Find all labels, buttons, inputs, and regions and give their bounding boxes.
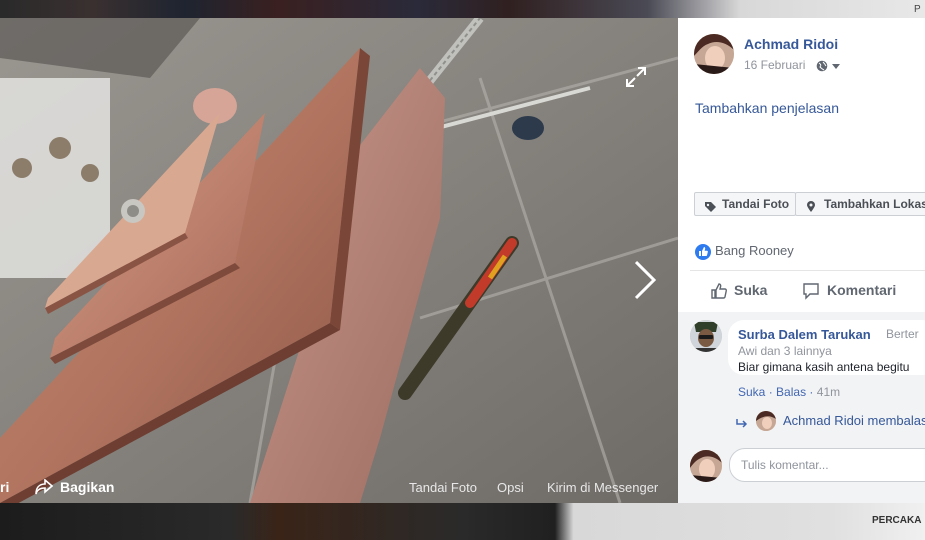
globe-icon[interactable]: [816, 59, 828, 72]
send-messenger-link[interactable]: Kirim di Messenger: [547, 480, 658, 495]
copper-antenna-photo: [0, 18, 678, 503]
like-reaction-icon: [695, 243, 711, 260]
reply-arrow-icon: [736, 416, 748, 431]
comment-text: Biar gimana kasih antena begitu: [738, 360, 910, 374]
add-location-button-label: Tambahkan Lokasi: [824, 197, 925, 211]
next-photo-arrow-icon[interactable]: [630, 258, 660, 302]
liker-name[interactable]: Bang Rooney: [715, 243, 794, 258]
privacy-dropdown-icon[interactable]: [832, 64, 840, 69]
share-button[interactable]: Bagikan: [60, 479, 114, 495]
add-location-button[interactable]: Tambahkan Lokasi: [795, 192, 925, 216]
photo-action-bar: ri Bagikan Tandai Foto Opsi Kirim di Mes…: [0, 470, 678, 503]
comment-button-label: Komentari: [827, 282, 897, 298]
comment-input[interactable]: [739, 457, 925, 473]
separator-dot: ·: [809, 385, 817, 399]
commenter-avatar[interactable]: [690, 320, 722, 352]
comment-reply-link[interactable]: Balas: [776, 385, 806, 399]
share-partial-label[interactable]: ri: [0, 479, 9, 495]
comment-mentions[interactable]: Awi dan 3 lainnya: [738, 344, 832, 358]
post-date[interactable]: 16 Februari: [744, 58, 805, 72]
comment-composer[interactable]: [729, 448, 925, 482]
post-side-panel: Achmad Ridoi 16 Februari Tambahkan penje…: [678, 18, 925, 503]
background-corner-text-top: P: [914, 4, 921, 15]
reactions-summary[interactable]: Bang Rooney: [695, 243, 794, 261]
comment-actions: Suka · Balas · 41m: [738, 385, 840, 399]
thumbs-up-icon: [710, 282, 728, 303]
tag-photo-button[interactable]: Tandai Foto: [694, 192, 796, 216]
author-avatar[interactable]: [694, 34, 734, 74]
commenter-name-link[interactable]: Surba Dalem Tarukan: [738, 327, 871, 342]
separator-dot: ·: [768, 385, 777, 399]
reply-preview-text: Achmad Ridoi membalas: [783, 413, 925, 428]
divider: [690, 270, 925, 271]
commenter-badge: Berter: [886, 327, 919, 341]
share-arrow-icon[interactable]: [35, 479, 53, 495]
author-name-link[interactable]: Achmad Ridoi: [744, 36, 838, 52]
expand-icon[interactable]: [625, 66, 647, 88]
comment-bubble: Surba Dalem Tarukan Berter Awi dan 3 lai…: [728, 320, 925, 375]
background-feed-top: [0, 0, 925, 18]
location-pin-icon: [806, 198, 816, 220]
options-link[interactable]: Opsi: [497, 480, 524, 495]
background-corner-text: PERCAKA: [872, 515, 922, 526]
comments-section: Surba Dalem Tarukan Berter Awi dan 3 lai…: [678, 312, 925, 503]
tag-photo-button-label: Tandai Foto: [722, 197, 790, 211]
tag-photo-link[interactable]: Tandai Foto: [409, 480, 477, 495]
comment-time[interactable]: 41m: [817, 385, 840, 399]
comment-like-link[interactable]: Suka: [738, 385, 765, 399]
reply-author-avatar[interactable]: [756, 411, 776, 431]
photo-viewer[interactable]: ri Bagikan Tandai Foto Opsi Kirim di Mes…: [0, 18, 678, 503]
add-description-link[interactable]: Tambahkan penjelasan: [695, 100, 839, 116]
like-button-label: Suka: [734, 282, 768, 298]
comment-bubble-icon: [802, 282, 820, 303]
current-user-avatar: [690, 450, 722, 482]
tag-icon: [704, 198, 717, 220]
background-feed-bottom: [0, 503, 925, 540]
